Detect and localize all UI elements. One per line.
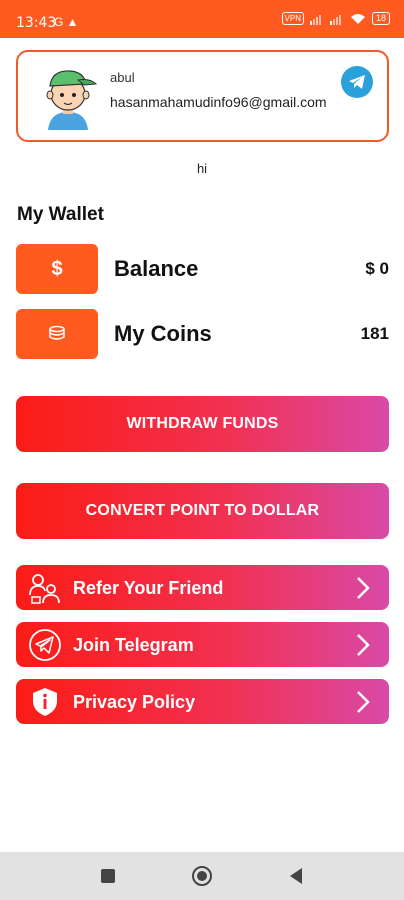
balance-label: Balance <box>114 256 199 281</box>
coins-stack-icon <box>49 325 65 340</box>
notification-icons: G ▲ <box>54 15 79 29</box>
recent-apps-icon[interactable] <box>100 868 116 884</box>
convert-point-button[interactable]: CONVERT POINT TO DOLLAR <box>16 483 389 539</box>
telegram-button[interactable] <box>341 66 373 98</box>
join-telegram-label: Join Telegram <box>73 635 194 655</box>
home-icon[interactable] <box>191 865 213 887</box>
vpn-icon: VPN <box>281 12 304 25</box>
join-telegram-button[interactable]: Join Telegram <box>16 622 389 667</box>
privacy-policy-label: Privacy Policy <box>73 692 196 712</box>
balance-value: $ 0 <box>365 259 389 278</box>
coins-icon <box>16 309 98 359</box>
refer-friend-label: Refer Your Friend <box>73 578 224 598</box>
shield-info-icon <box>33 688 57 716</box>
status-bar: 13:43 G ▲ VPN 18 <box>0 0 404 38</box>
status-time: 13:43 <box>16 15 57 31</box>
profile-card[interactable]: abul hasanmahamudinfo96@gmail.com <box>16 50 389 142</box>
chevron-right-icon <box>357 577 370 599</box>
telegram-icon <box>349 75 365 89</box>
profile-email: hasanmahamudinfo96@gmail.com <box>110 94 327 110</box>
wifi-icon <box>350 13 365 24</box>
coins-label: My Coins <box>114 321 212 346</box>
refer-friends-icon <box>29 574 60 604</box>
cartoon-boy-avatar-icon <box>46 70 98 130</box>
balance-row: $ Balance $ 0 <box>16 244 389 294</box>
chevron-right-icon <box>357 691 370 713</box>
avatar <box>38 66 98 130</box>
profile-name: abul <box>110 70 135 85</box>
privacy-policy-button[interactable]: Privacy Policy <box>16 679 389 724</box>
coins-row: My Coins 181 <box>16 309 389 359</box>
battery-icon: 18 <box>371 12 390 25</box>
dollar-icon: $ <box>16 244 98 294</box>
withdraw-funds-button[interactable]: WITHDRAW FUNDS <box>16 396 389 452</box>
greeting-text: hi <box>196 161 208 176</box>
back-icon[interactable] <box>288 867 304 885</box>
signal-icon-2 <box>329 14 341 25</box>
signal-icon <box>309 14 321 25</box>
refer-friend-button[interactable]: Refer Your Friend <box>16 565 389 610</box>
navigation-bar <box>0 852 404 900</box>
chevron-right-icon <box>357 634 370 656</box>
wallet-title: My Wallet <box>17 204 104 225</box>
coins-value: 181 <box>360 324 389 343</box>
status-right: VPN 18 <box>281 12 390 25</box>
telegram-icon <box>29 629 61 661</box>
